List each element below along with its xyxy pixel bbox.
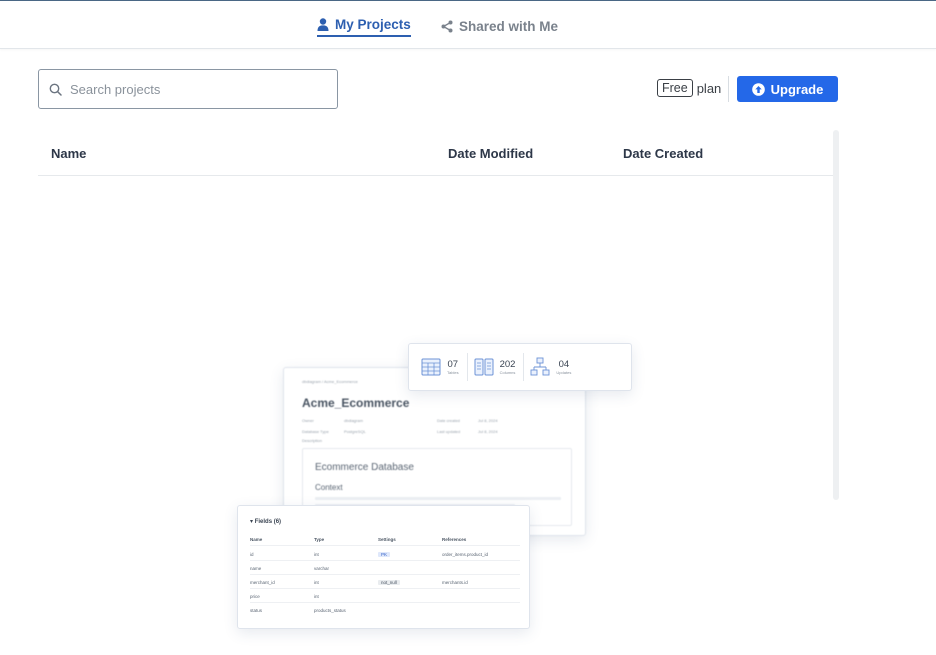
user-icon xyxy=(317,17,329,31)
stat-columns-label: Columns xyxy=(499,369,516,375)
plan-indicator: Free plan xyxy=(657,79,721,97)
upload-circle-icon xyxy=(751,82,765,96)
illustration-meta-value: Jul 8, 2024 xyxy=(478,429,498,434)
field-name: name xyxy=(250,566,262,571)
fields-header-row: Name Type Settings References xyxy=(250,532,520,546)
search-input[interactable] xyxy=(70,81,320,97)
upgrade-button[interactable]: Upgrade xyxy=(737,76,838,102)
illustration-stats-card: 07 Tables 202 Columns 04 Updates xyxy=(408,343,632,391)
field-row: id int PK order_items.product_id xyxy=(250,547,520,561)
field-type: int xyxy=(314,594,319,599)
stat-columns-value: 202 xyxy=(499,358,516,370)
illustration-project-card: dbdiagram / Acme_Ecommerce Acme_Ecommerc… xyxy=(283,367,586,536)
fields-header-cell: Type xyxy=(314,537,325,542)
caret-down-icon: ▾ xyxy=(250,519,255,525)
illustration-stat-columns: 202 Columns xyxy=(474,353,525,381)
field-row: status products_status xyxy=(250,603,520,617)
diagram-icon xyxy=(530,357,550,376)
field-name: id xyxy=(250,552,254,557)
illustration-meta-label: Owner xyxy=(302,418,314,423)
illustration-breadcrumb: dbdiagram / Acme_Ecommerce xyxy=(302,379,358,384)
illustration-meta-label: Date created xyxy=(437,418,460,423)
illustration-meta-label: Last updated xyxy=(437,429,461,434)
column-header-name[interactable]: Name xyxy=(51,146,86,161)
column-header-date-created[interactable]: Date Created xyxy=(623,146,703,161)
fields-header-cell: Settings xyxy=(378,537,396,542)
illustration-text-line xyxy=(315,504,515,507)
table-icon xyxy=(421,358,441,376)
columns-icon xyxy=(474,358,494,376)
illustration-fields-title: ▾ Fields (6) xyxy=(250,518,281,525)
plan-suffix: plan xyxy=(696,80,722,96)
field-type: int xyxy=(314,552,319,557)
illustration-text-line xyxy=(315,497,561,500)
stat-updates-value: 04 xyxy=(558,358,570,370)
illustration-meta-label: Database Type xyxy=(302,429,329,434)
share-icon xyxy=(441,20,453,32)
field-name: status xyxy=(250,608,263,613)
illustration-meta-value: Jul 8, 2024 xyxy=(478,418,498,423)
illustration-stat-tables: 07 Tables xyxy=(421,353,468,381)
illustration-doc-subtitle: Context xyxy=(315,483,343,492)
header-divider xyxy=(728,76,729,102)
field-name: merchant_id xyxy=(250,580,275,585)
illustration-doc-panel: Ecommerce Database Context xyxy=(302,448,572,526)
field-row: name varchar xyxy=(250,561,520,575)
illustration-meta-value: dbdiagram xyxy=(344,418,363,423)
field-reference: merchants.id xyxy=(442,580,468,585)
illustration-meta-value: PostgreSQL xyxy=(344,429,366,434)
illustration-project-title: Acme_Ecommerce xyxy=(302,396,410,410)
tab-shared-with-me-label: Shared with Me xyxy=(459,18,559,34)
search-icon xyxy=(49,83,62,96)
illustration-meta-label: Description xyxy=(302,438,323,443)
illustration-fields-card: ▾ Fields (6) Name Type Settings Referenc… xyxy=(237,505,530,629)
illustration-doc-title: Ecommerce Database xyxy=(315,462,414,473)
stat-updates-label: Updates xyxy=(556,369,572,375)
illustration-stat-updates: 04 Updates xyxy=(530,357,579,377)
upgrade-label: Upgrade xyxy=(770,81,824,97)
field-type: int xyxy=(314,580,319,585)
tab-my-projects-label: My Projects xyxy=(335,16,411,32)
fields-header-cell: Name xyxy=(250,537,263,542)
fields-title-text: Fields (6) xyxy=(254,519,282,525)
stat-tables-label: Tables xyxy=(447,369,459,375)
field-reference: order_items.product_id xyxy=(442,552,489,557)
fields-header-cell: References xyxy=(442,537,467,542)
field-name: price xyxy=(250,594,260,599)
search-box[interactable] xyxy=(38,69,338,109)
field-type: products_status xyxy=(314,608,346,613)
field-settings-chip: not_null xyxy=(378,580,400,585)
plan-badge: Free xyxy=(657,79,693,97)
field-type: varchar xyxy=(314,566,330,571)
projects-table-header: Name Date Modified Date Created xyxy=(38,130,834,176)
column-header-date-modified[interactable]: Date Modified xyxy=(448,146,533,161)
tab-my-projects[interactable]: My Projects xyxy=(317,15,411,37)
stat-tables-value: 07 xyxy=(447,358,459,370)
field-settings-chip: PK xyxy=(378,552,391,557)
field-row: merchant_id int not_null merchants.id xyxy=(250,575,520,589)
scrollbar[interactable] xyxy=(833,130,839,500)
field-row: price int xyxy=(250,589,520,603)
tab-shared-with-me[interactable]: Shared with Me xyxy=(441,15,558,37)
top-nav-bar: My Projects Shared with Me xyxy=(0,0,936,49)
